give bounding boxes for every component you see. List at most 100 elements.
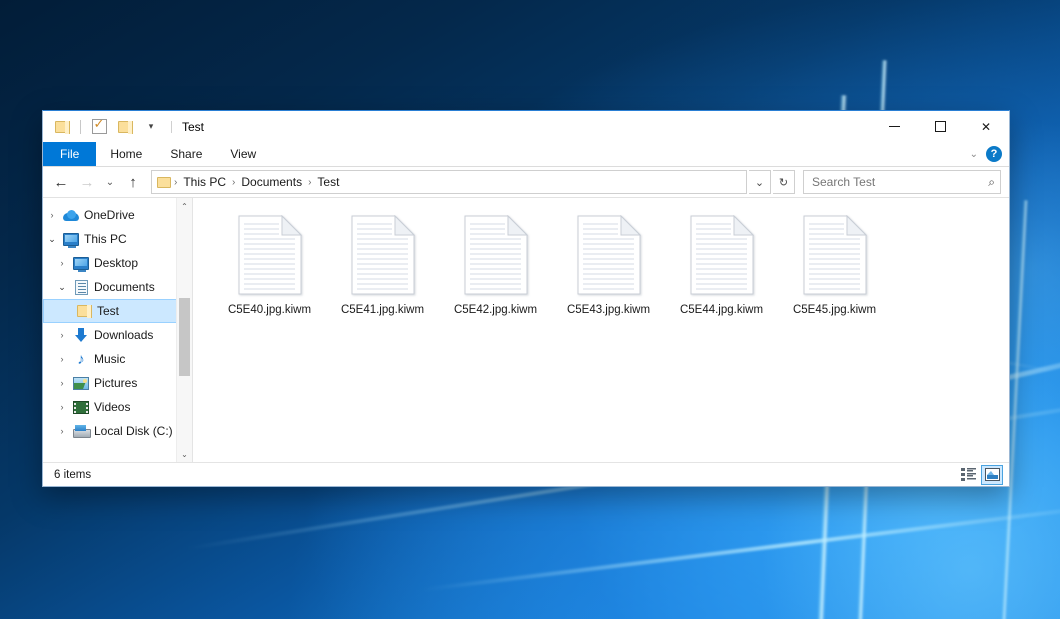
file-item[interactable]: C5E42.jpg.kiwm bbox=[439, 208, 552, 322]
details-view-button[interactable] bbox=[957, 465, 979, 485]
scrollbar-track[interactable] bbox=[177, 214, 192, 446]
back-button[interactable]: ← bbox=[49, 170, 73, 194]
file-name: C5E42.jpg.kiwm bbox=[454, 303, 537, 317]
close-button[interactable]: ✕ bbox=[963, 111, 1009, 142]
sidebar-item-label: Downloads bbox=[94, 328, 153, 342]
sidebar-item-downloads[interactable]: › Downloads bbox=[43, 323, 192, 347]
item-count-label: 6 items bbox=[54, 469, 91, 481]
folder-icon[interactable] bbox=[51, 116, 73, 138]
folder-icon bbox=[74, 305, 94, 317]
sidebar-item-this-pc[interactable]: ⌄ This PC bbox=[43, 227, 192, 251]
search-input[interactable] bbox=[812, 175, 988, 189]
tab-share[interactable]: Share bbox=[156, 142, 216, 166]
forward-button[interactable]: → bbox=[75, 170, 99, 194]
generic-document-icon bbox=[464, 215, 528, 295]
sidebar-item-label: Documents bbox=[94, 280, 155, 294]
help-icon[interactable]: ? bbox=[986, 146, 1002, 162]
file-item[interactable]: C5E40.jpg.kiwm bbox=[213, 208, 326, 322]
window-title: Test bbox=[171, 121, 204, 133]
scroll-up-icon[interactable]: ⌃ bbox=[177, 198, 192, 214]
generic-document-icon bbox=[577, 215, 641, 295]
breadcrumb-item-test[interactable]: Test bbox=[312, 173, 344, 191]
chevron-right-icon[interactable]: › bbox=[53, 402, 71, 412]
sidebar-item-desktop[interactable]: › Desktop bbox=[43, 251, 192, 275]
pictures-icon bbox=[71, 377, 91, 390]
tab-file[interactable]: File bbox=[43, 142, 96, 166]
generic-document-icon bbox=[351, 215, 415, 295]
search-box[interactable]: ⌕ bbox=[803, 170, 1001, 194]
file-name: C5E45.jpg.kiwm bbox=[793, 303, 876, 317]
window-body: › OneDrive ⌄ This PC › Desktop ⌄ bbox=[43, 197, 1009, 462]
tab-home[interactable]: Home bbox=[96, 142, 156, 166]
file-explorer-window: ▾ Test ✕ File Home Share View ⌄ ? ← → bbox=[42, 110, 1010, 487]
breadcrumb-item-documents[interactable]: Documents bbox=[236, 173, 307, 191]
recent-locations-button[interactable]: ⌄ bbox=[101, 170, 119, 194]
status-bar: 6 items bbox=[43, 462, 1009, 486]
videos-icon bbox=[71, 401, 91, 414]
sidebar-scrollbar[interactable]: ⌃ ⌄ bbox=[176, 198, 192, 462]
sidebar-item-label: Test bbox=[97, 304, 119, 318]
sidebar-item-label: Music bbox=[94, 352, 125, 366]
cloud-icon bbox=[61, 210, 81, 221]
sidebar-item-test[interactable]: Test bbox=[43, 299, 192, 323]
file-name: C5E40.jpg.kiwm bbox=[228, 303, 311, 317]
chevron-right-icon[interactable]: › bbox=[53, 426, 71, 436]
window-controls: ✕ bbox=[871, 111, 1009, 142]
sidebar-item-label: Pictures bbox=[94, 376, 137, 390]
sidebar-item-onedrive[interactable]: › OneDrive bbox=[43, 203, 192, 227]
up-button[interactable]: ↑ bbox=[121, 170, 145, 194]
music-icon: ♪ bbox=[71, 352, 91, 367]
new-folder-icon[interactable] bbox=[114, 116, 136, 138]
file-list-pane[interactable]: C5E40.jpg.kiwm bbox=[193, 198, 1009, 462]
scrollbar-thumb[interactable] bbox=[179, 298, 190, 377]
sidebar-item-documents[interactable]: ⌄ Documents bbox=[43, 275, 192, 299]
ribbon-right-controls: ⌄ ? bbox=[970, 142, 1009, 166]
sidebar-item-music[interactable]: › ♪ Music bbox=[43, 347, 192, 371]
monitor-icon bbox=[61, 233, 81, 246]
chevron-right-icon[interactable]: › bbox=[53, 258, 71, 268]
title-bar[interactable]: ▾ Test ✕ bbox=[43, 111, 1009, 142]
properties-icon[interactable] bbox=[88, 116, 110, 138]
sidebar-item-videos[interactable]: › Videos bbox=[43, 395, 192, 419]
file-item[interactable]: C5E45.jpg.kiwm bbox=[778, 208, 891, 322]
sidebar-item-pictures[interactable]: › Pictures bbox=[43, 371, 192, 395]
file-item[interactable]: C5E44.jpg.kiwm bbox=[665, 208, 778, 322]
sidebar-item-label: Local Disk (C:) bbox=[94, 424, 173, 438]
tab-view[interactable]: View bbox=[216, 142, 270, 166]
quick-access-toolbar: ▾ bbox=[51, 116, 162, 138]
maximize-icon bbox=[935, 121, 946, 132]
file-item[interactable]: C5E43.jpg.kiwm bbox=[552, 208, 665, 322]
file-grid: C5E40.jpg.kiwm bbox=[213, 208, 997, 322]
sidebar-item-local-disk[interactable]: › Local Disk (C:) bbox=[43, 419, 192, 443]
large-icons-view-button[interactable] bbox=[981, 465, 1003, 485]
navigation-pane: › OneDrive ⌄ This PC › Desktop ⌄ bbox=[43, 198, 193, 462]
customize-caret-icon[interactable]: ▾ bbox=[140, 116, 162, 138]
chevron-down-icon[interactable]: ⌄ bbox=[53, 282, 71, 293]
close-icon: ✕ bbox=[981, 120, 991, 134]
breadcrumb-item-this-pc[interactable]: This PC bbox=[178, 173, 231, 191]
minimize-button[interactable] bbox=[871, 111, 917, 142]
documents-icon bbox=[71, 280, 91, 295]
generic-document-icon bbox=[803, 215, 867, 295]
file-name: C5E43.jpg.kiwm bbox=[567, 303, 650, 317]
generic-document-icon bbox=[238, 215, 302, 295]
chevron-right-icon[interactable]: › bbox=[53, 354, 71, 364]
drive-icon bbox=[71, 425, 91, 438]
chevron-right-icon[interactable]: › bbox=[53, 378, 71, 388]
file-name: C5E44.jpg.kiwm bbox=[680, 303, 763, 317]
breadcrumb[interactable]: › This PC › Documents › Test bbox=[151, 170, 747, 194]
chevron-down-icon[interactable]: ⌄ bbox=[970, 149, 978, 160]
file-item[interactable]: C5E41.jpg.kiwm bbox=[326, 208, 439, 322]
maximize-button[interactable] bbox=[917, 111, 963, 142]
chevron-down-icon[interactable]: ⌄ bbox=[43, 234, 61, 245]
address-dropdown-button[interactable]: ⌄ bbox=[749, 170, 771, 194]
scroll-down-icon[interactable]: ⌄ bbox=[177, 446, 192, 462]
refresh-button[interactable]: ↻ bbox=[773, 170, 795, 194]
chevron-right-icon[interactable]: › bbox=[53, 330, 71, 340]
file-name: C5E41.jpg.kiwm bbox=[341, 303, 424, 317]
navigation-tree: › OneDrive ⌄ This PC › Desktop ⌄ bbox=[43, 198, 192, 462]
minimize-icon bbox=[889, 126, 900, 127]
view-toggle-group bbox=[957, 465, 1003, 485]
address-bar-row: ← → ⌄ ↑ › This PC › Documents › Test ⌄ ↻… bbox=[43, 167, 1009, 197]
chevron-right-icon[interactable]: › bbox=[43, 210, 61, 220]
